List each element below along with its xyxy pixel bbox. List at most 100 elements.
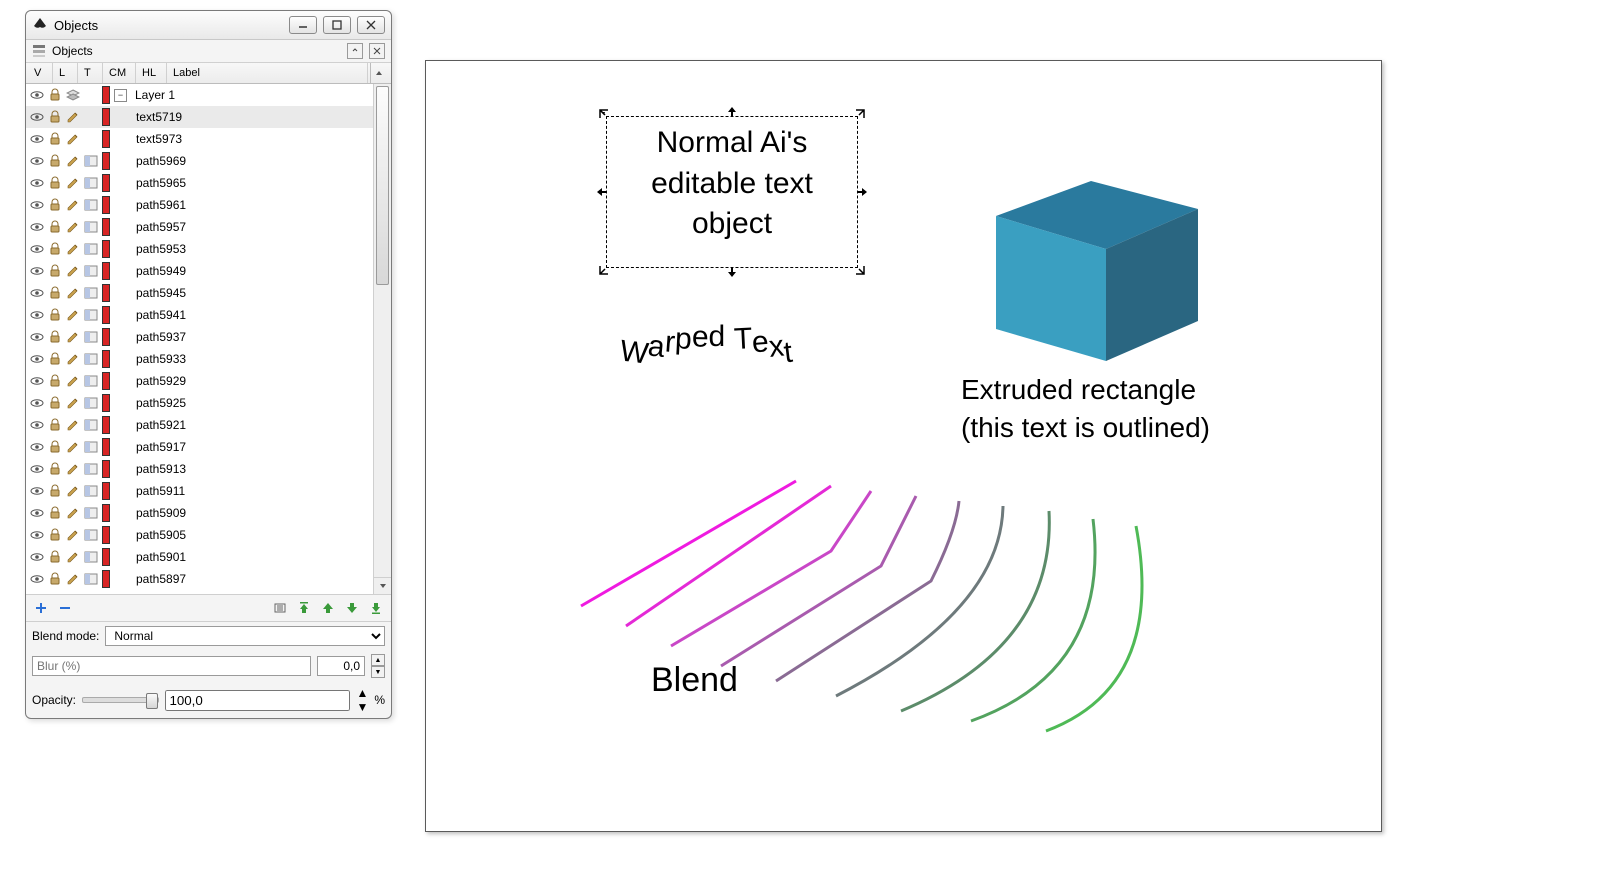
selection-handle-s[interactable] [727, 267, 737, 277]
object-row[interactable]: path5933 [26, 348, 373, 370]
object-label[interactable]: path5925 [132, 396, 186, 410]
lock-toggle[interactable] [48, 440, 62, 454]
window-titlebar[interactable]: Objects [26, 11, 391, 40]
visibility-toggle[interactable] [30, 154, 44, 168]
visibility-toggle[interactable] [30, 242, 44, 256]
object-row[interactable]: path5961 [26, 194, 373, 216]
lock-toggle[interactable] [48, 418, 62, 432]
lock-toggle[interactable] [48, 484, 62, 498]
object-label[interactable]: path5897 [132, 572, 186, 586]
object-row[interactable]: path5905 [26, 524, 373, 546]
highlight-swatch[interactable] [102, 548, 110, 566]
object-label[interactable]: path5933 [132, 352, 186, 366]
selection-handle-nw[interactable] [599, 109, 609, 119]
highlight-swatch[interactable] [102, 482, 110, 500]
object-row[interactable]: text5973 [26, 128, 373, 150]
objects-list[interactable]: −Layer 1text5719text5973path5969path5965… [26, 84, 373, 594]
col-hl[interactable]: HL [138, 63, 167, 83]
visibility-toggle[interactable] [30, 132, 44, 146]
visibility-toggle[interactable] [30, 352, 44, 366]
object-label[interactable]: path5965 [132, 176, 186, 190]
remove-layer-button[interactable] [56, 599, 74, 617]
lock-toggle[interactable] [48, 132, 62, 146]
visibility-toggle[interactable] [30, 572, 44, 586]
highlight-swatch[interactable] [102, 174, 110, 192]
extruded-caption[interactable]: Extruded rectangle (this text is outline… [961, 371, 1210, 447]
object-label[interactable]: path5941 [132, 308, 186, 322]
object-label[interactable]: text5973 [132, 132, 182, 146]
highlight-swatch[interactable] [102, 306, 110, 324]
lock-toggle[interactable] [48, 506, 62, 520]
col-label[interactable]: Label [169, 63, 368, 83]
col-cm[interactable]: CM [105, 63, 136, 83]
visibility-toggle[interactable] [30, 330, 44, 344]
lock-toggle[interactable] [48, 198, 62, 212]
opacity-value[interactable] [165, 690, 350, 711]
object-row[interactable]: path5957 [26, 216, 373, 238]
canvas[interactable]: Normal Ai's editable text object Warped … [425, 60, 1382, 832]
visibility-toggle[interactable] [30, 286, 44, 300]
move-to-bottom-button[interactable] [367, 599, 385, 617]
expand-toggle[interactable]: − [114, 89, 127, 102]
highlight-swatch[interactable] [102, 218, 110, 236]
object-row[interactable]: path5953 [26, 238, 373, 260]
highlight-swatch[interactable] [102, 262, 110, 280]
scroll-down-button[interactable] [374, 577, 391, 594]
lock-toggle[interactable] [48, 550, 62, 564]
object-row[interactable]: path5917 [26, 436, 373, 458]
visibility-toggle[interactable] [30, 462, 44, 476]
object-label[interactable]: path5949 [132, 264, 186, 278]
lock-toggle[interactable] [48, 154, 62, 168]
visibility-toggle[interactable] [30, 506, 44, 520]
window-minimize-button[interactable] [289, 16, 317, 34]
lock-toggle[interactable] [48, 396, 62, 410]
object-row[interactable]: path5969 [26, 150, 373, 172]
selection-handle-ne[interactable] [855, 109, 865, 119]
lock-toggle[interactable] [48, 264, 62, 278]
highlight-swatch[interactable] [102, 394, 110, 412]
object-label[interactable]: text5719 [132, 110, 182, 124]
object-row[interactable]: text5719 [26, 106, 373, 128]
visibility-toggle[interactable] [30, 528, 44, 542]
highlight-swatch[interactable] [102, 570, 110, 588]
selection-handle-sw[interactable] [599, 265, 609, 275]
visibility-toggle[interactable] [30, 176, 44, 190]
lock-toggle[interactable] [48, 220, 62, 234]
vertical-scrollbar[interactable] [373, 84, 391, 594]
selection-handle-e[interactable] [857, 187, 867, 197]
highlight-swatch[interactable] [102, 284, 110, 302]
opacity-spin-up[interactable]: ▲ [356, 686, 368, 700]
object-row[interactable]: path5901 [26, 546, 373, 568]
highlight-swatch[interactable] [102, 460, 110, 478]
scrollbar-thumb[interactable] [376, 86, 389, 285]
visibility-toggle[interactable] [30, 308, 44, 322]
lock-toggle[interactable] [48, 352, 62, 366]
visibility-toggle[interactable] [30, 220, 44, 234]
highlight-swatch[interactable] [102, 130, 110, 148]
opacity-spin-down[interactable]: ▼ [356, 700, 368, 714]
visibility-toggle[interactable] [30, 550, 44, 564]
object-label[interactable]: path5911 [132, 484, 185, 498]
object-label[interactable]: path5909 [132, 506, 186, 520]
object-label[interactable]: path5905 [132, 528, 186, 542]
move-down-button[interactable] [343, 599, 361, 617]
lock-toggle[interactable] [48, 572, 62, 586]
blur-spin-down[interactable]: ▼ [371, 666, 385, 678]
blend-group[interactable] [571, 471, 1191, 741]
lock-toggle[interactable] [48, 88, 62, 102]
visibility-toggle[interactable] [30, 88, 44, 102]
object-row[interactable]: path5913 [26, 458, 373, 480]
object-row[interactable]: path5945 [26, 282, 373, 304]
selected-text-content[interactable]: Normal Ai's editable text object [607, 117, 857, 251]
visibility-toggle[interactable] [30, 110, 44, 124]
object-label[interactable]: path5945 [132, 286, 186, 300]
visibility-toggle[interactable] [30, 374, 44, 388]
highlight-swatch[interactable] [102, 350, 110, 368]
visibility-toggle[interactable] [30, 198, 44, 212]
object-row[interactable]: path5909 [26, 502, 373, 524]
object-row[interactable]: path5965 [26, 172, 373, 194]
highlight-swatch[interactable] [102, 108, 110, 126]
object-label[interactable]: path5937 [132, 330, 186, 344]
visibility-toggle[interactable] [30, 418, 44, 432]
move-up-button[interactable] [319, 599, 337, 617]
